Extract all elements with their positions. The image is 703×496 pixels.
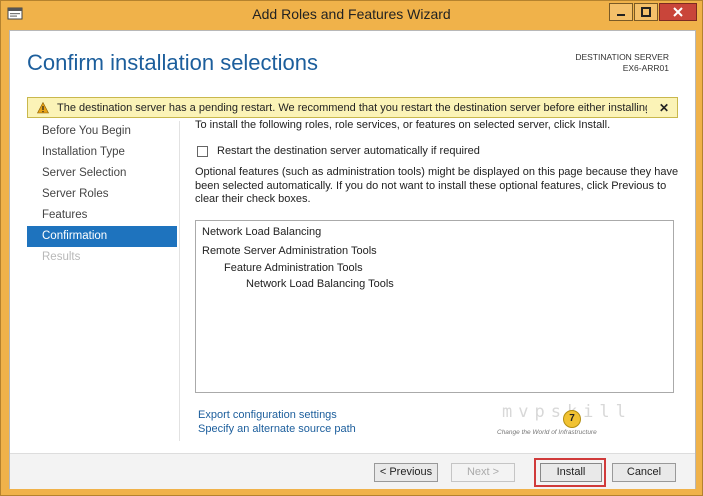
list-item: Network Load Balancing xyxy=(202,226,322,238)
nav-item-installation-type[interactable]: Installation Type xyxy=(27,142,177,163)
selection-list[interactable]: Network Load Balancing Remote Server Adm… xyxy=(195,220,674,393)
nav-divider xyxy=(179,121,180,441)
install-button[interactable]: Install xyxy=(540,463,602,482)
list-item: Remote Server Administration Tools xyxy=(202,245,377,257)
nav-item-server-roles[interactable]: Server Roles xyxy=(27,184,177,205)
warning-icon xyxy=(37,101,49,113)
export-config-link[interactable]: Export configuration settings xyxy=(198,408,356,422)
close-button[interactable] xyxy=(659,3,697,21)
maximize-button[interactable] xyxy=(634,3,658,21)
nav-item-features[interactable]: Features xyxy=(27,205,177,226)
button-bar: < Previous Next > Install Cancel xyxy=(10,453,695,489)
intro-text: To install the following roles, role ser… xyxy=(195,119,611,131)
destination-label: DESTINATION SERVER xyxy=(575,52,669,62)
nav-item-results: Results xyxy=(42,251,81,263)
wizard-window: Add Roles and Features Wizard Confirm in… xyxy=(0,0,703,496)
list-item: Feature Administration Tools xyxy=(224,262,363,274)
title-bar[interactable]: Add Roles and Features Wizard xyxy=(1,1,702,29)
restart-option[interactable]: Restart the destination server automatic… xyxy=(197,145,480,157)
warning-text: The destination server has a pending res… xyxy=(57,101,647,114)
nav-item-confirmation[interactable]: Confirmation xyxy=(27,226,177,247)
wizard-client-area: Confirm installation selections DESTINAT… xyxy=(9,30,696,489)
window-title: Add Roles and Features Wizard xyxy=(252,6,451,22)
alternate-source-link[interactable]: Specify an alternate source path xyxy=(198,422,356,436)
wizard-navigation: Before You Begin Installation Type Serve… xyxy=(27,121,177,268)
minimize-button[interactable] xyxy=(609,3,633,21)
cancel-button[interactable]: Cancel xyxy=(612,463,676,482)
page-title: Confirm installation selections xyxy=(27,50,319,75)
watermark-tagline: Change the World of Infrastructure xyxy=(497,429,597,436)
nav-item-server-selection[interactable]: Server Selection xyxy=(27,163,177,184)
next-button: Next > xyxy=(451,463,515,482)
list-item: Network Load Balancing Tools xyxy=(246,278,394,290)
optional-features-note: Optional features (such as administratio… xyxy=(195,166,679,205)
destination-server-info: DESTINATION SERVER EX6-ARR01 xyxy=(575,52,669,74)
pending-restart-warning: The destination server has a pending res… xyxy=(27,97,678,118)
step-number-badge: 7 xyxy=(563,410,581,428)
previous-button[interactable]: < Previous xyxy=(374,463,438,482)
destination-server-name: EX6-ARR01 xyxy=(622,63,669,73)
nav-item-before-you-begin[interactable]: Before You Begin xyxy=(27,121,177,142)
minimize-icon xyxy=(617,14,625,16)
config-links: Export configuration settings Specify an… xyxy=(198,408,356,436)
restart-checkbox[interactable] xyxy=(197,145,208,157)
close-icon xyxy=(673,7,683,17)
dismiss-warning-icon[interactable]: ✕ xyxy=(659,101,669,115)
maximize-icon xyxy=(641,7,651,17)
restart-checkbox-label[interactable]: Restart the destination server automatic… xyxy=(217,145,480,157)
